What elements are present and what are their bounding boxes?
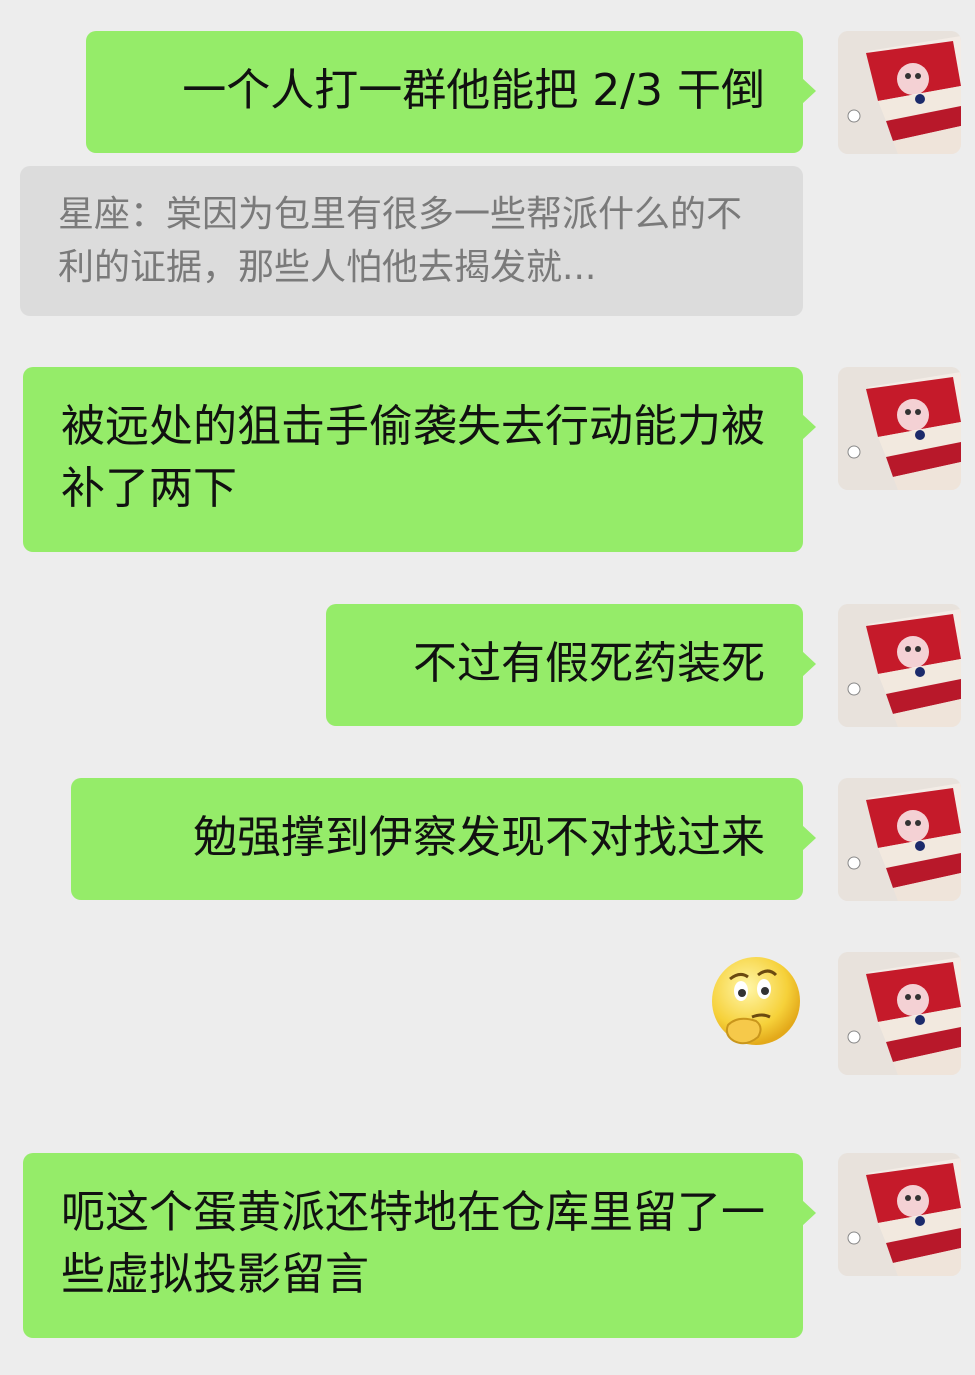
message-text: 一个人打一群他能把 2/3 干倒 [182,65,765,116]
bubble-tail [802,78,816,104]
message-text: 勉强撑到伊察发现不对找过来 [193,812,765,863]
message-bubble-3[interactable]: 不过有假死药装死 [326,604,816,726]
message-bubble-2[interactable]: 被远处的狙击手偷袭失去行动能力被补了两下 [23,367,816,552]
bubble-tail [802,825,816,851]
red-velvet-cake-avatar-icon [838,31,961,154]
bubble-tail [802,1200,816,1226]
red-velvet-cake-avatar-icon [838,367,961,490]
avatar[interactable] [838,1153,961,1276]
red-velvet-cake-avatar-icon [838,778,961,901]
quote-sender: 星座： [58,194,167,235]
message-bubble-6[interactable]: 呃这个蛋黄派还特地在仓库里留了一些虚拟投影留言 [23,1153,816,1338]
quoted-message[interactable]: 星座：棠因为包里有很多一些帮派什么的不利的证据，那些人怕他去揭发就... [20,166,803,316]
avatar[interactable] [838,367,961,490]
thinking-face-icon [712,957,800,1045]
message-text: 不过有假死药装死 [413,638,765,689]
avatar[interactable] [838,952,961,1075]
avatar[interactable] [838,604,961,727]
message-text: 被远处的狙击手偷袭失去行动能力被补了两下 [61,401,765,514]
bubble-tail [802,414,816,440]
avatar[interactable] [838,31,961,154]
message-bubble-1[interactable]: 一个人打一群他能把 2/3 干倒 [86,31,816,153]
red-velvet-cake-avatar-icon [838,1153,961,1276]
avatar[interactable] [838,778,961,901]
bubble-tail [802,651,816,677]
red-velvet-cake-avatar-icon [838,952,961,1075]
message-text: 呃这个蛋黄派还特地在仓库里留了一些虚拟投影留言 [61,1187,765,1300]
thinking-face-emoji[interactable] [708,955,805,1052]
red-velvet-cake-avatar-icon [838,604,961,727]
message-bubble-4[interactable]: 勉强撑到伊察发现不对找过来 [71,778,816,900]
